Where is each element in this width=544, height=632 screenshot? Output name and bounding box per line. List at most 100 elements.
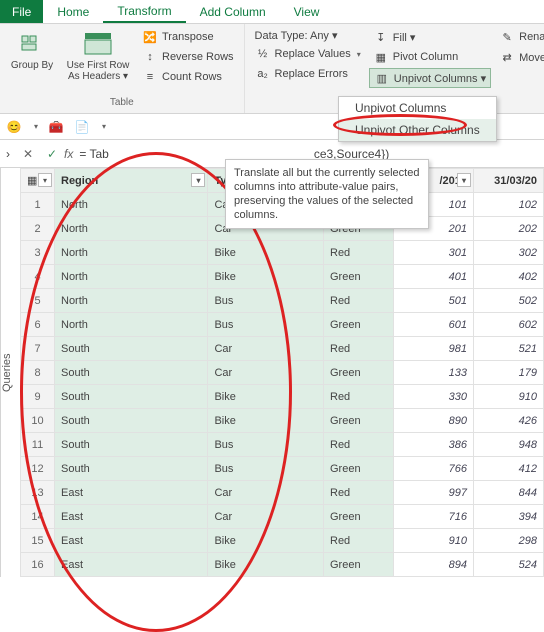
smile-icon[interactable]: 😊 (6, 119, 22, 135)
cell-color[interactable]: Green (324, 361, 394, 385)
cell-v2[interactable]: 179 (474, 361, 544, 385)
cell-region[interactable]: North (55, 265, 208, 289)
table-row[interactable]: 10SouthBikeGreen890426 (21, 409, 544, 433)
cell-v1[interactable]: 997 (394, 481, 474, 505)
cell-color[interactable]: Red (324, 337, 394, 361)
unpivot-columns-item[interactable]: Unpivot Columns (339, 97, 496, 119)
pivot-button[interactable]: ▦Pivot Column (369, 48, 491, 66)
table-row[interactable]: 4NorthBikeGreen401402 (21, 265, 544, 289)
cell-region[interactable]: East (55, 553, 208, 577)
tab-view[interactable]: View (280, 0, 334, 23)
reverse-rows-button[interactable]: ↕Reverse Rows (138, 48, 238, 66)
table-row[interactable]: 15EastBikeRed910298 (21, 529, 544, 553)
cell-type[interactable]: Bus (208, 433, 324, 457)
table-row[interactable]: 8SouthCarGreen133179 (21, 361, 544, 385)
cell-v1[interactable]: 716 (394, 505, 474, 529)
cell-type[interactable]: Bike (208, 553, 324, 577)
col-date1-filter[interactable]: ▾ (457, 173, 471, 187)
replace-errors-button[interactable]: a₂Replace Errors (251, 65, 365, 83)
cell-v2[interactable]: 910 (474, 385, 544, 409)
cell-v2[interactable]: 948 (474, 433, 544, 457)
cell-v1[interactable]: 301 (394, 241, 474, 265)
count-rows-button[interactable]: ≡Count Rows (138, 68, 238, 86)
table-row[interactable]: 12SouthBusGreen766412 (21, 457, 544, 481)
unpivot-other-columns-item[interactable]: Unpivot Other Columns (339, 119, 496, 141)
cell-v1[interactable]: 981 (394, 337, 474, 361)
cell-type[interactable]: Bike (208, 241, 324, 265)
cell-region[interactable]: East (55, 481, 208, 505)
cell-type[interactable]: Bus (208, 457, 324, 481)
cell-v1[interactable]: 501 (394, 289, 474, 313)
cell-color[interactable]: Red (324, 289, 394, 313)
cell-type[interactable]: Bike (208, 529, 324, 553)
table-row[interactable]: 6NorthBusGreen601602 (21, 313, 544, 337)
cell-color[interactable]: Green (324, 265, 394, 289)
cell-v1[interactable]: 386 (394, 433, 474, 457)
cell-v2[interactable]: 394 (474, 505, 544, 529)
cell-color[interactable]: Green (324, 553, 394, 577)
queries-side-tab[interactable]: Queries (0, 168, 20, 577)
cell-color[interactable]: Green (324, 457, 394, 481)
cell-v1[interactable]: 330 (394, 385, 474, 409)
cell-region[interactable]: North (55, 241, 208, 265)
table-row[interactable]: 16EastBikeGreen894524 (21, 553, 544, 577)
tab-home[interactable]: Home (43, 0, 103, 23)
fill-button[interactable]: ↧Fill ▾ (369, 28, 491, 46)
tab-transform[interactable]: Transform (103, 0, 185, 23)
cell-region[interactable]: South (55, 337, 208, 361)
cell-v1[interactable]: 910 (394, 529, 474, 553)
cell-v1[interactable]: 894 (394, 553, 474, 577)
cell-v1[interactable]: 766 (394, 457, 474, 481)
cell-v2[interactable]: 602 (474, 313, 544, 337)
table-row[interactable]: 3NorthBikeRed301302 (21, 241, 544, 265)
cell-v1[interactable]: 133 (394, 361, 474, 385)
table-row[interactable]: 7SouthCarRed981521 (21, 337, 544, 361)
file-tab[interactable]: File (0, 0, 43, 23)
cell-region[interactable]: North (55, 289, 208, 313)
cell-region[interactable]: East (55, 529, 208, 553)
cell-region[interactable]: North (55, 313, 208, 337)
table-menu-drop[interactable]: ▾ (38, 173, 52, 187)
col-region-filter[interactable]: ▾ (191, 173, 205, 187)
cell-v2[interactable]: 524 (474, 553, 544, 577)
cell-region[interactable]: North (55, 193, 208, 217)
unpivot-button[interactable]: ▥Unpivot Columns ▾ (369, 68, 491, 88)
cell-color[interactable]: Red (324, 481, 394, 505)
table-row[interactable]: 5NorthBusRed501502 (21, 289, 544, 313)
cell-v2[interactable]: 298 (474, 529, 544, 553)
cell-v1[interactable]: 601 (394, 313, 474, 337)
cell-v2[interactable]: 302 (474, 241, 544, 265)
cell-color[interactable]: Green (324, 505, 394, 529)
cell-type[interactable]: Bus (208, 313, 324, 337)
cell-type[interactable]: Bus (208, 289, 324, 313)
cell-color[interactable]: Red (324, 433, 394, 457)
cell-type[interactable]: Car (208, 361, 324, 385)
rename-button[interactable]: ✎Rename (495, 28, 544, 46)
cell-color[interactable]: Red (324, 241, 394, 265)
cell-region[interactable]: North (55, 217, 208, 241)
col-date2[interactable]: 31/03/20 (474, 169, 544, 193)
cell-type[interactable]: Car (208, 505, 324, 529)
cell-type[interactable]: Car (208, 481, 324, 505)
cell-color[interactable]: Red (324, 529, 394, 553)
cell-region[interactable]: South (55, 361, 208, 385)
cell-type[interactable]: Car (208, 337, 324, 361)
table-row[interactable]: 13EastCarRed997844 (21, 481, 544, 505)
cell-color[interactable]: Red (324, 385, 394, 409)
cell-color[interactable]: Green (324, 313, 394, 337)
table-icon-cell[interactable]: ▦▾ (21, 169, 55, 193)
cell-v2[interactable]: 844 (474, 481, 544, 505)
cell-region[interactable]: South (55, 409, 208, 433)
tab-add-column[interactable]: Add Column (186, 0, 280, 23)
cell-v2[interactable]: 412 (474, 457, 544, 481)
cell-region[interactable]: East (55, 505, 208, 529)
table-row[interactable]: 14EastCarGreen716394 (21, 505, 544, 529)
cell-region[interactable]: South (55, 457, 208, 481)
toolbox-icon[interactable]: 🧰 (48, 119, 64, 135)
cell-type[interactable]: Bike (208, 385, 324, 409)
cell-color[interactable]: Green (324, 409, 394, 433)
expand-pane[interactable]: › (0, 147, 16, 161)
cell-v2[interactable]: 502 (474, 289, 544, 313)
cell-v2[interactable]: 102 (474, 193, 544, 217)
table-row[interactable]: 11SouthBusRed386948 (21, 433, 544, 457)
